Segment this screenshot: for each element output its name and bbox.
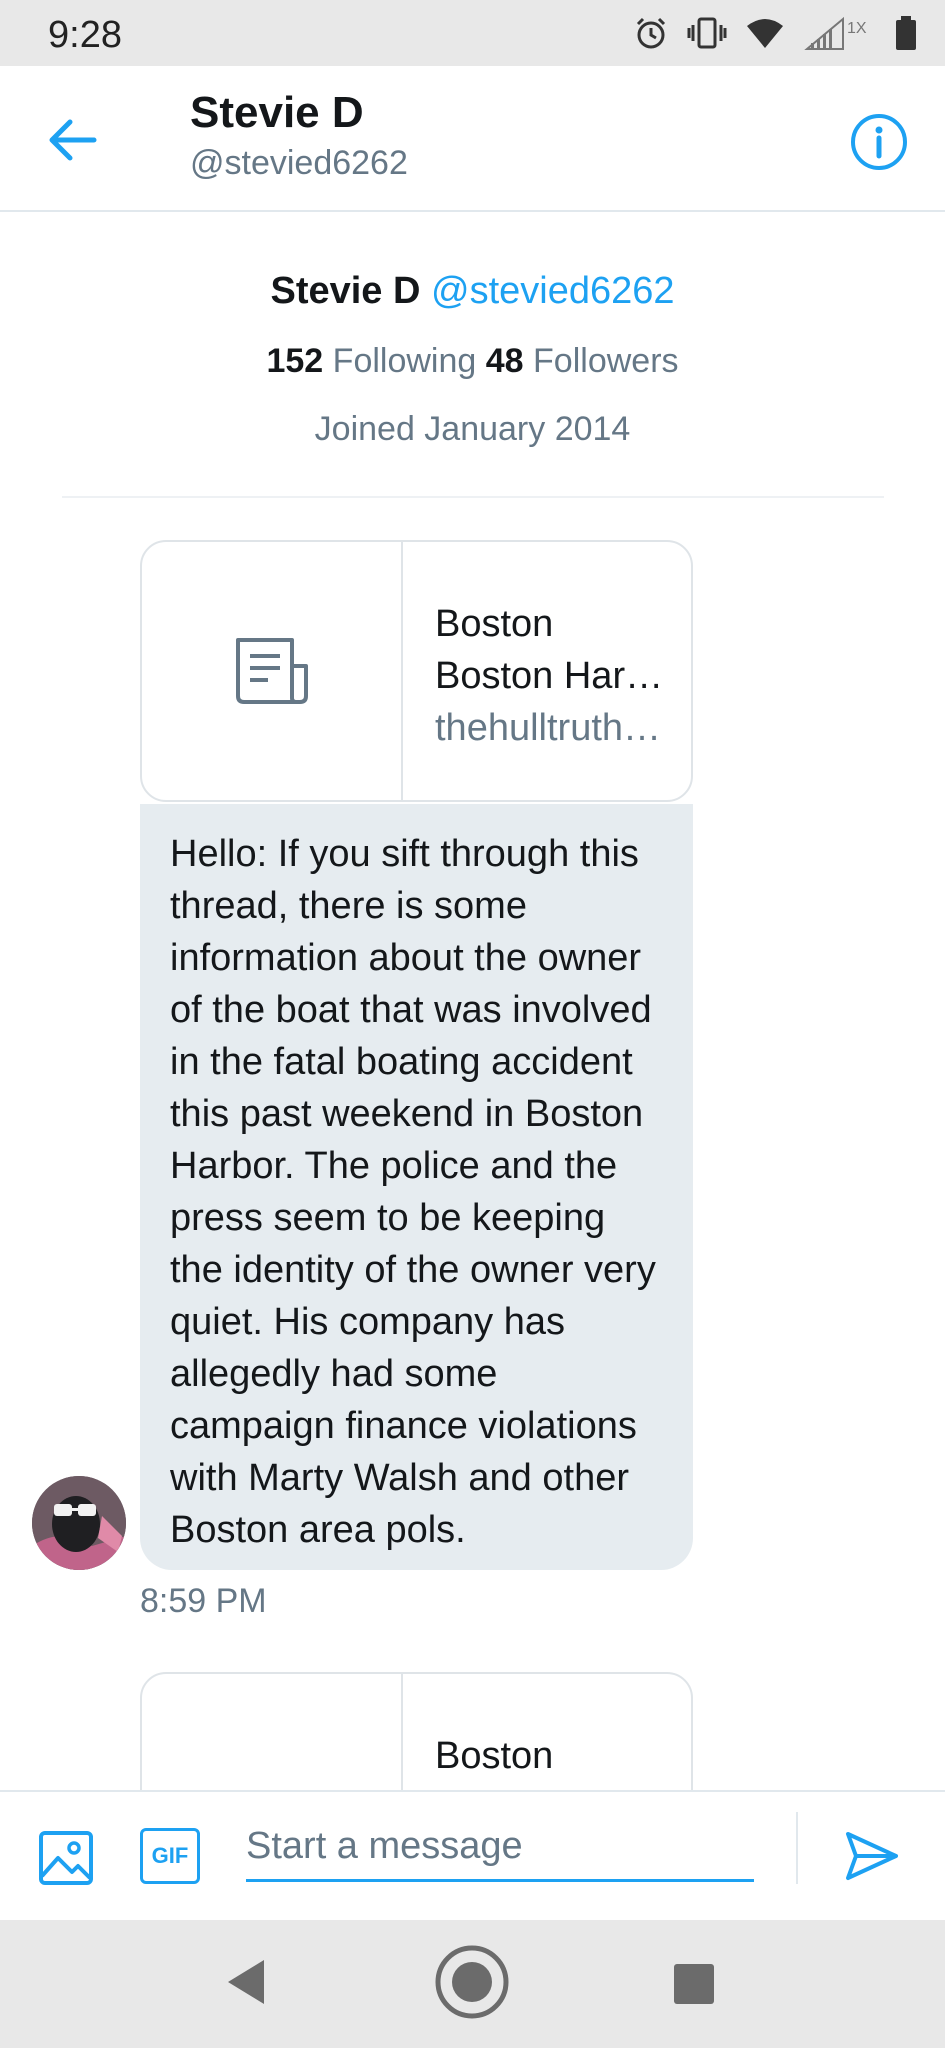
header-title: Stevie D <box>190 88 364 137</box>
image-icon[interactable] <box>38 1830 94 1886</box>
profile-follow-stats: 152 Following 48 Followers <box>0 342 945 381</box>
link-card-thumbnail <box>142 542 403 800</box>
link-card-title: Boston Harbor Boa… <box>435 655 675 697</box>
gif-icon[interactable]: GIF <box>140 1828 200 1884</box>
profile-joined: Joined January 2014 <box>314 410 631 448</box>
info-icon[interactable] <box>849 112 909 172</box>
link-card-title: Boston <box>435 1735 554 1777</box>
followers-count: 48 <box>485 342 524 380</box>
composer-separator <box>796 1812 798 1884</box>
header-handle: @stevied6262 <box>190 144 408 182</box>
wifi-icon <box>747 19 783 48</box>
status-icons: 1X <box>633 12 917 54</box>
message-bubble[interactable]: Hello: If you sift through this thread, … <box>140 804 693 1570</box>
message-composer: GIF <box>0 1790 945 1920</box>
link-card-source-first: Boston <box>435 603 554 645</box>
alarm-icon <box>636 17 666 49</box>
status-bar: 9:28 1X <box>0 0 945 66</box>
signal-label: 1X <box>847 20 867 37</box>
nav-back-icon[interactable] <box>224 1956 268 2008</box>
battery-icon <box>896 16 916 50</box>
conversation-header: Stevie D @stevied6262 <box>0 66 945 212</box>
link-card[interactable]: Boston Boston Harbor Boa… thehulltruth… <box>140 540 693 802</box>
status-time: 9:28 <box>48 14 122 56</box>
nav-home-icon[interactable] <box>434 1944 510 2020</box>
link-card-text: Boston Boston Harbor Boa… thehulltruth… <box>435 598 675 754</box>
profile-name-line: Stevie D @stevied6262 <box>0 270 945 313</box>
followers-label[interactable]: Followers <box>533 342 678 380</box>
profile-summary[interactable]: Stevie D @stevied6262 152 Following 48 F… <box>0 212 945 498</box>
link-card-text: Boston <box>435 1730 675 1782</box>
avatar-image <box>32 1476 126 1570</box>
profile-handle[interactable]: @stevied6262 <box>431 270 675 312</box>
link-card-url: thehulltruth… <box>435 707 662 749</box>
divider <box>62 496 884 498</box>
vibrate-icon <box>687 17 727 49</box>
document-icon <box>235 638 308 704</box>
nav-recents-icon[interactable] <box>674 1964 714 2004</box>
signal-icon: 1X <box>804 16 867 50</box>
profile-name: Stevie D <box>270 270 421 312</box>
system-nav-bar <box>0 1920 945 2048</box>
message-timestamp: 8:59 PM <box>140 1582 267 1620</box>
following-label[interactable]: Following <box>333 342 477 380</box>
avatar[interactable] <box>32 1476 126 1570</box>
following-count: 152 <box>266 342 324 380</box>
message-input[interactable] <box>246 1814 754 1882</box>
back-arrow-icon[interactable] <box>44 112 100 168</box>
send-icon[interactable] <box>842 1826 902 1886</box>
